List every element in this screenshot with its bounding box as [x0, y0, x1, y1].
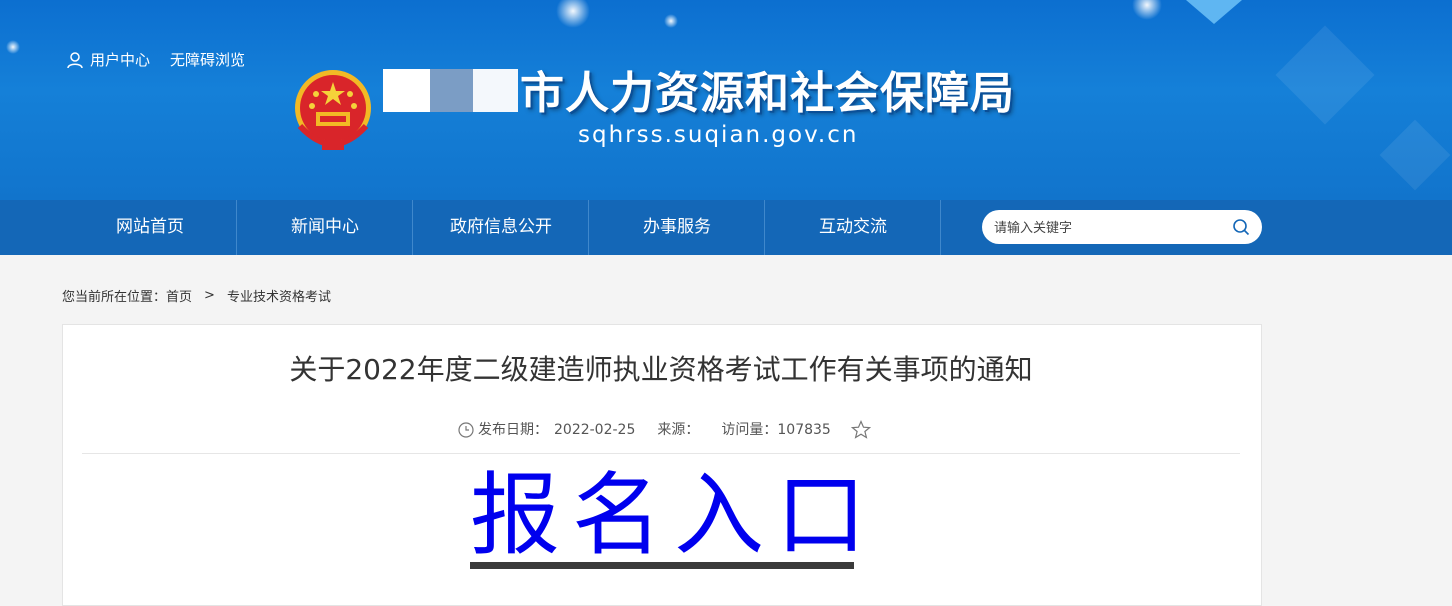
- header-banner: 用户中心 无障碍浏览 市人力资源和社会保障局 sqhrss.suqian.gov…: [0, 0, 1452, 200]
- publish-date: 2022-02-25: [554, 422, 636, 438]
- breadcrumb: 您当前所在位置： 首页 > 专业技术资格考试: [62, 286, 331, 305]
- star-icon[interactable]: [850, 420, 871, 440]
- site-domain: sqhrss.suqian.gov.cn: [578, 122, 859, 148]
- article-title: 关于2022年度二级建造师执业资格考试工作有关事项的通知: [289, 353, 1033, 386]
- decor-diamond: [1379, 119, 1451, 191]
- nav-item-news[interactable]: 新闻中心: [237, 200, 413, 255]
- user-center-link[interactable]: 用户中心: [66, 49, 150, 70]
- search-box: [982, 210, 1262, 246]
- nav-separator: [940, 200, 941, 255]
- source-label: 来源：: [657, 422, 700, 438]
- accessibility-link[interactable]: 无障碍浏览: [170, 49, 245, 70]
- decor-diamond: [1275, 25, 1375, 125]
- search-input[interactable]: [992, 210, 1226, 246]
- registration-underline: [470, 562, 854, 569]
- title-redaction: [430, 69, 473, 112]
- publish-date-label: 发布日期：: [478, 422, 548, 438]
- decor-glow: [6, 40, 20, 54]
- nav-item-interaction[interactable]: 互动交流: [765, 200, 941, 255]
- decor-glow: [664, 14, 678, 28]
- article-divider: [82, 453, 1240, 454]
- breadcrumb-current[interactable]: 专业技术资格考试: [227, 286, 331, 305]
- title-redaction: [383, 69, 430, 112]
- nav-item-services[interactable]: 办事服务: [589, 200, 765, 255]
- user-icon: [67, 51, 83, 68]
- clock-icon: [458, 422, 474, 438]
- top-links: 用户中心 无障碍浏览: [66, 49, 245, 70]
- nav-item-gov-info[interactable]: 政府信息公开: [413, 200, 589, 255]
- decor-glow: [1132, 0, 1162, 20]
- decor-triangle: [1186, 0, 1242, 24]
- registration-entry-link[interactable]: 报名入口: [470, 466, 866, 566]
- breadcrumb-separator: >: [204, 288, 215, 303]
- title-redaction: [473, 69, 518, 112]
- article-meta: 发布日期： 2022-02-25 来源： 访问量： 107835: [458, 420, 871, 440]
- nav-item-home[interactable]: 网站首页: [62, 200, 238, 255]
- search-icon[interactable]: [1232, 218, 1250, 240]
- site-title: 市人力资源和社会保障局: [520, 68, 1015, 119]
- views-count: 107835: [777, 422, 831, 438]
- breadcrumb-prefix: 您当前所在位置：: [62, 290, 167, 305]
- views-label: 访问量：: [721, 422, 778, 438]
- breadcrumb-home[interactable]: 首页: [166, 286, 192, 305]
- national-emblem-icon: [295, 70, 371, 150]
- decor-glow: [556, 0, 590, 28]
- main-nav: 网站首页 新闻中心 政府信息公开 办事服务 互动交流: [0, 200, 1452, 255]
- user-center-label: 用户中心: [90, 51, 151, 69]
